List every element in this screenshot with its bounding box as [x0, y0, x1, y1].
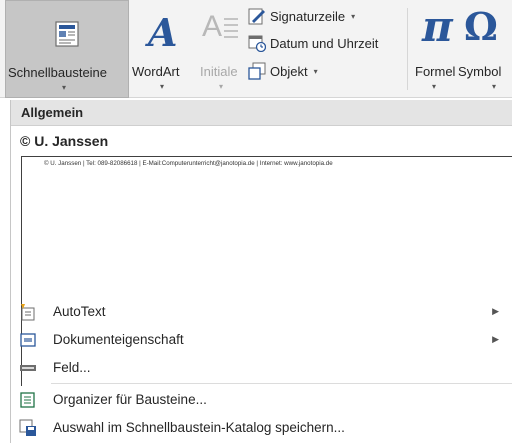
dropcap-label: Initiale	[200, 64, 238, 79]
section-title: Allgemein	[21, 105, 84, 120]
gallery-section-header: Allgemein	[11, 100, 512, 126]
equation-button[interactable]: π Formel ▾	[412, 0, 460, 98]
menu-item-autotext[interactable]: AutoText ▶	[11, 298, 512, 326]
quick-parts-gallery: Allgemein © U. Janssen © U. Janssen | Te…	[10, 100, 512, 443]
menu-item-label: Dokumenteigenschaft	[53, 332, 184, 347]
quick-parts-button[interactable]: Schnellbausteine ▾	[5, 0, 129, 98]
autotext-icon	[19, 303, 37, 321]
equation-label: Formel	[415, 64, 456, 79]
preview-text: © U. Janssen | Tel: 089-82086618 | E-Mai…	[44, 160, 333, 167]
signature-line-button[interactable]: Signaturzeile ▾	[248, 5, 355, 27]
chevron-down-icon: ▾	[219, 82, 224, 91]
chevron-down-icon: ▾	[351, 11, 356, 21]
dropcap-button[interactable]: A Initiale ▾	[200, 0, 246, 98]
gallery-entry-title[interactable]: © U. Janssen	[20, 133, 108, 149]
dropcap-lines-icon	[224, 18, 238, 38]
wordart-button[interactable]: A WordArt ▾	[130, 0, 202, 98]
menu-item-label: Feld...	[53, 360, 91, 375]
menu-item-field[interactable]: Feld...	[11, 354, 512, 382]
object-icon	[248, 62, 266, 80]
date-time-icon	[248, 34, 267, 53]
submenu-arrow-icon: ▶	[492, 306, 499, 316]
submenu-arrow-icon: ▶	[492, 334, 499, 344]
symbol-label: Symbol	[458, 64, 502, 79]
chevron-down-icon: ▾	[432, 82, 437, 91]
menu-item-label: AutoText	[53, 304, 106, 319]
menu-item-organizer[interactable]: Organizer für Bausteine...	[11, 386, 512, 414]
date-time-label: Datum und Uhrzeit	[270, 35, 379, 51]
chevron-down-icon: ▾	[62, 83, 67, 92]
wordart-icon: A	[148, 10, 178, 55]
wordart-label: WordArt	[132, 64, 180, 79]
object-label: Objekt	[270, 63, 308, 79]
omega-icon: Ω	[464, 4, 498, 49]
menu-item-label: Organizer für Bausteine...	[53, 392, 207, 407]
signature-line-label: Signaturzeile	[270, 8, 346, 24]
quick-parts-icon	[55, 21, 79, 47]
dropcap-icon: A	[202, 10, 223, 43]
symbol-button[interactable]: Ω Symbol ▾	[456, 0, 512, 98]
chevron-down-icon: ▾	[313, 66, 318, 76]
ribbon-group-divider	[407, 8, 408, 90]
ribbon-insert-text-group: Schnellbausteine ▾ A WordArt ▾ A Initial…	[0, 0, 512, 98]
save-selection-icon	[19, 419, 37, 437]
building-blocks-organizer-icon	[19, 391, 37, 409]
chevron-down-icon: ▾	[160, 82, 165, 91]
field-icon	[19, 359, 37, 377]
signature-line-icon	[248, 7, 266, 25]
menu-divider	[51, 383, 512, 384]
pi-icon: π	[422, 2, 453, 51]
quick-parts-label: Schnellbausteine	[8, 65, 108, 80]
date-time-button[interactable]: Datum und Uhrzeit	[248, 32, 378, 54]
menu-item-save-selection[interactable]: Auswahl im Schnellbaustein-Katalog speic…	[11, 414, 512, 442]
menu-item-label: Auswahl im Schnellbaustein-Katalog speic…	[53, 420, 345, 435]
object-button[interactable]: Objekt ▾	[248, 60, 318, 82]
menu-item-document-property[interactable]: Dokumenteigenschaft ▶	[11, 326, 512, 354]
chevron-down-icon: ▾	[492, 82, 497, 91]
document-property-icon	[19, 331, 37, 349]
